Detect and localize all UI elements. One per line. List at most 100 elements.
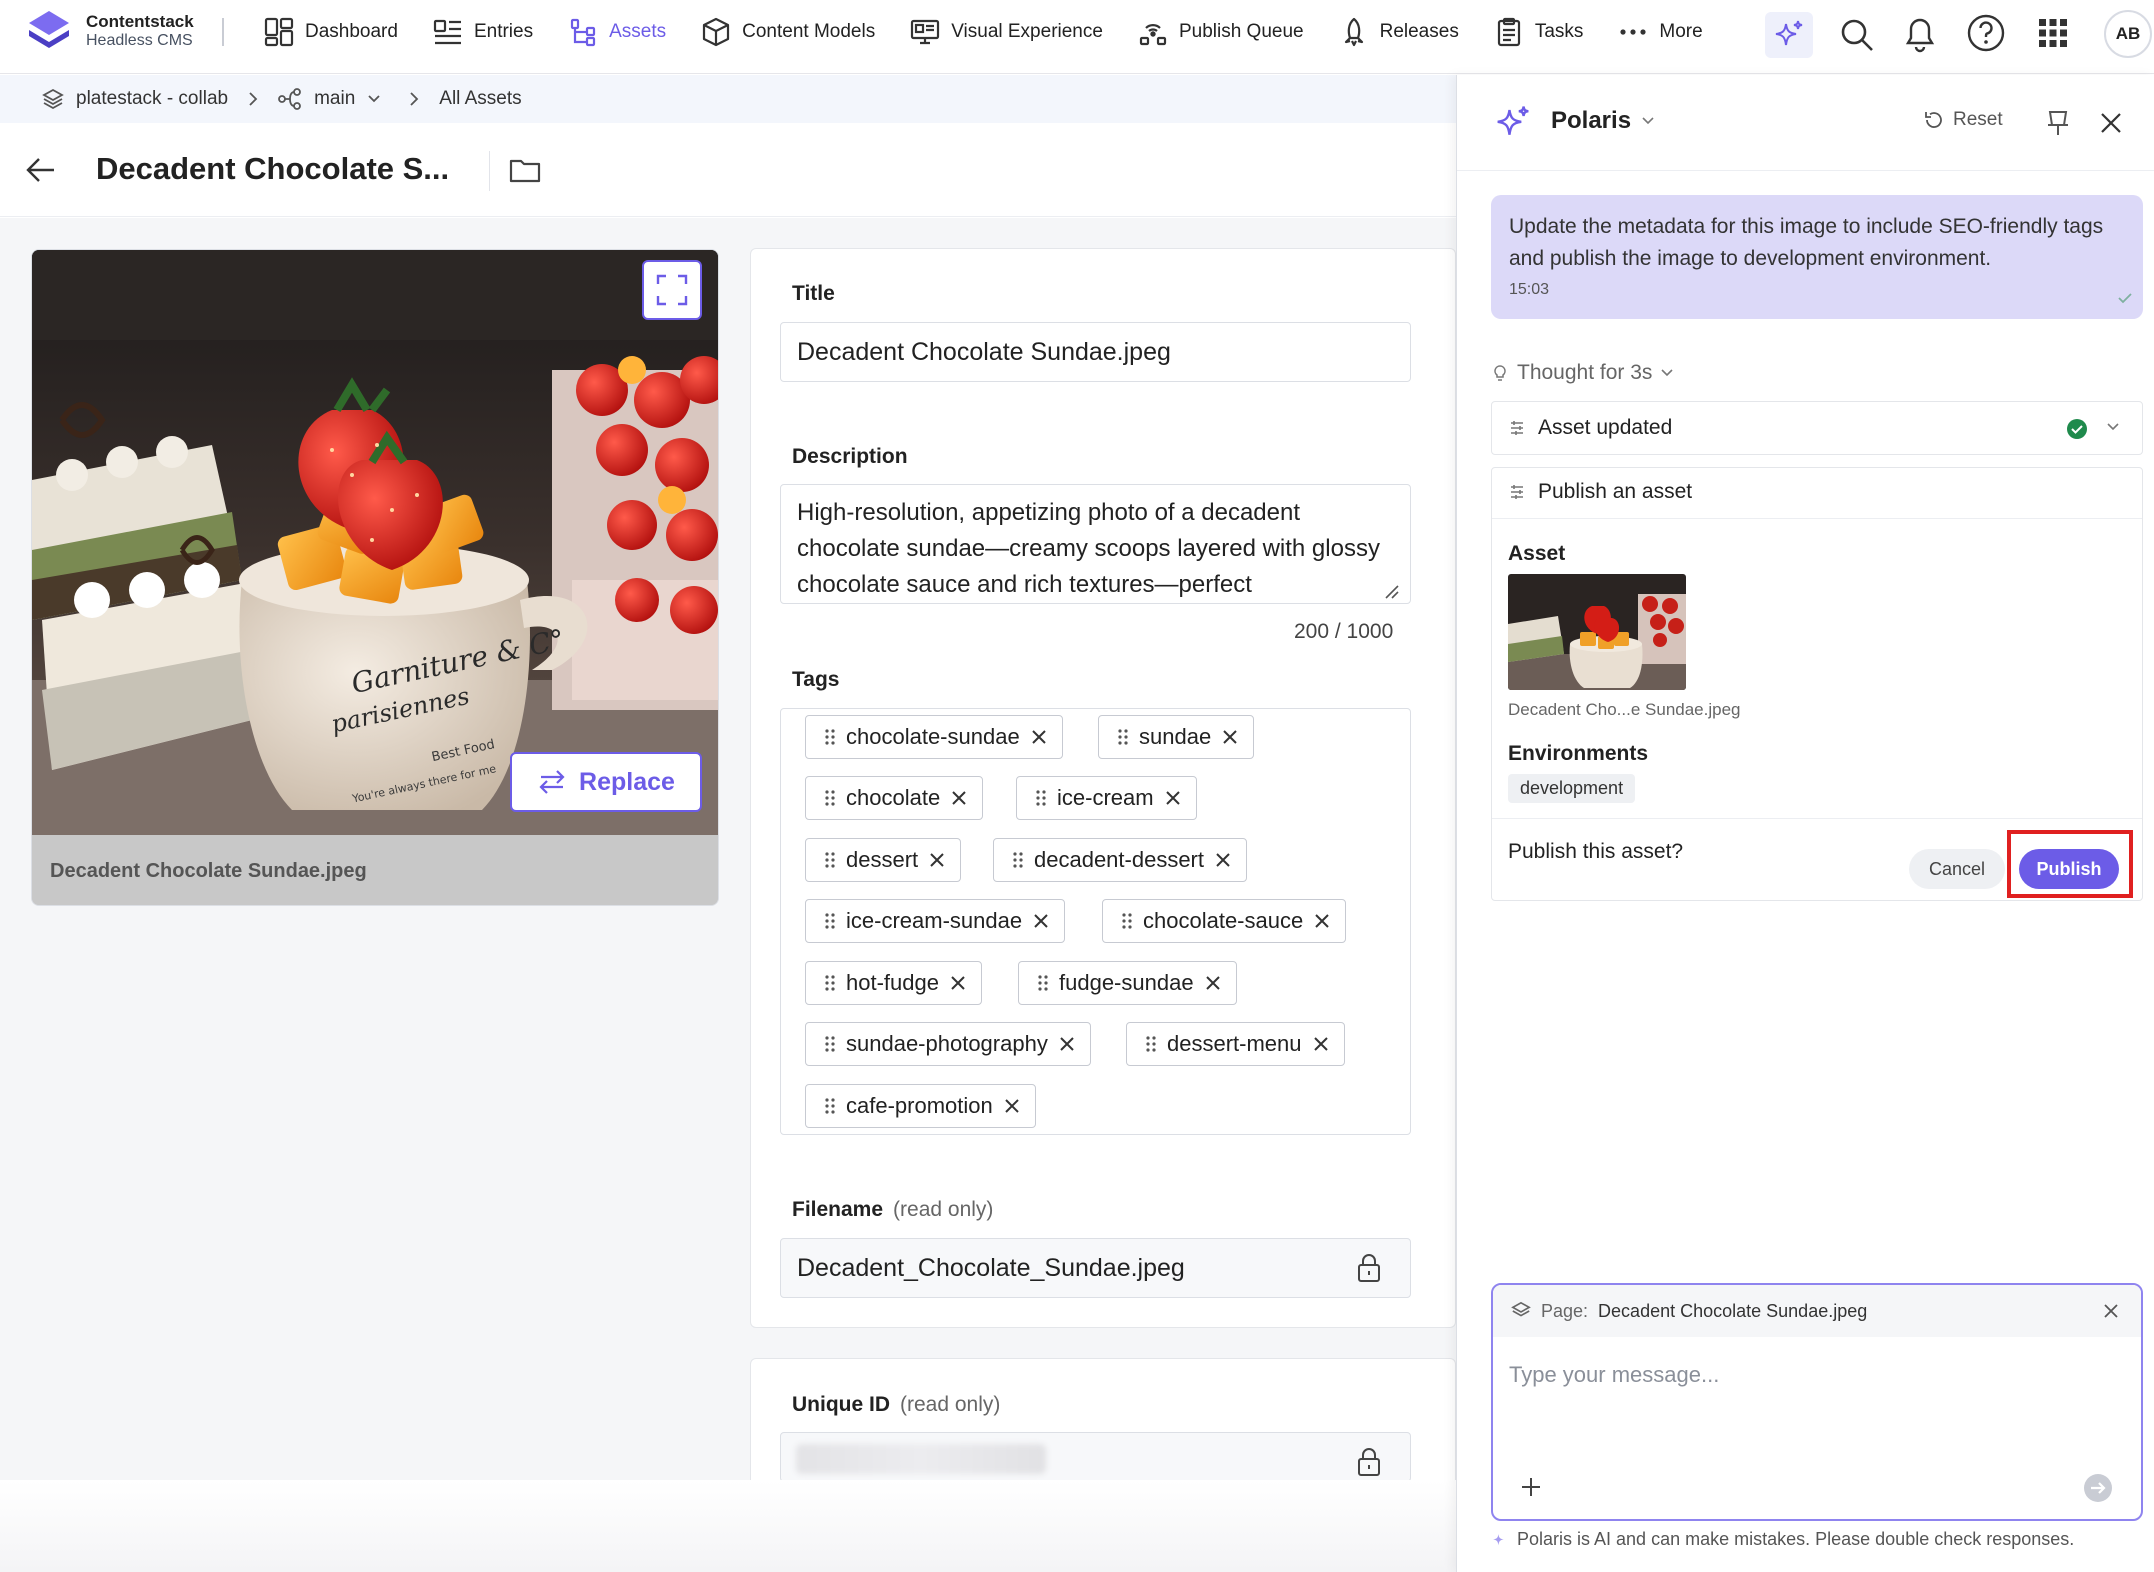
apps-button[interactable] bbox=[2030, 10, 2076, 56]
nav-entries[interactable]: Entries bbox=[415, 0, 550, 64]
sparkle-icon bbox=[1775, 20, 1803, 46]
tag-chip[interactable]: chocolate bbox=[805, 776, 984, 820]
send-icon[interactable] bbox=[2083, 1473, 2113, 1503]
user-message-text: Update the metadata for this image to in… bbox=[1509, 215, 2104, 270]
drag-handle-icon[interactable] bbox=[824, 851, 836, 869]
remove-tag-icon[interactable] bbox=[950, 789, 968, 807]
nav-assets[interactable]: Assets bbox=[550, 0, 683, 64]
tag-chip[interactable]: sundae-photography bbox=[805, 1022, 1091, 1066]
chevron-right-icon bbox=[410, 92, 419, 106]
breadcrumb: platestack - collab main All Assets bbox=[0, 75, 1456, 123]
fullscreen-button[interactable] bbox=[642, 260, 702, 320]
context-prefix: Page: bbox=[1541, 1300, 1589, 1321]
remove-tag-icon[interactable] bbox=[1312, 1035, 1330, 1053]
pin-icon[interactable] bbox=[2045, 109, 2071, 137]
nav-label: Releases bbox=[1379, 21, 1459, 42]
tag-chip[interactable]: hot-fudge bbox=[805, 961, 982, 1005]
nav-content-models[interactable]: Content Models bbox=[683, 0, 892, 64]
remove-tag-icon[interactable] bbox=[1204, 974, 1222, 992]
tag-chip[interactable]: fudge-sundae bbox=[1018, 961, 1237, 1005]
drag-handle-icon[interactable] bbox=[824, 728, 836, 746]
breadcrumb-branch[interactable]: main bbox=[314, 88, 355, 110]
remove-tag-icon[interactable] bbox=[1214, 851, 1232, 869]
drag-handle-icon[interactable] bbox=[1012, 851, 1024, 869]
remove-tag-icon[interactable] bbox=[1030, 728, 1048, 746]
replace-button[interactable]: Replace bbox=[510, 752, 702, 812]
polaris-title[interactable]: Polaris bbox=[1551, 107, 1655, 135]
breadcrumb-page[interactable]: All Assets bbox=[439, 88, 521, 110]
chevron-down-icon bbox=[2107, 423, 2119, 431]
close-icon[interactable] bbox=[2099, 111, 2123, 135]
drag-handle-icon[interactable] bbox=[824, 974, 836, 992]
remove-tag-icon[interactable] bbox=[1058, 1035, 1076, 1053]
drag-handle-icon[interactable] bbox=[1117, 728, 1129, 746]
apps-grid-icon bbox=[2039, 19, 2067, 47]
asset-thumbnail[interactable] bbox=[1508, 574, 1686, 690]
help-button[interactable] bbox=[1963, 10, 2009, 56]
remove-tag-icon[interactable] bbox=[1164, 789, 1182, 807]
dashboard-icon bbox=[264, 17, 294, 47]
bottom-fade bbox=[0, 1480, 1456, 1572]
brand-logo[interactable]: Contentstack Headless CMS bbox=[26, 8, 194, 54]
nav-more[interactable]: More bbox=[1600, 0, 1719, 64]
sparkle-icon bbox=[1493, 1533, 1504, 1545]
step-asset-updated[interactable]: Asset updated bbox=[1491, 401, 2143, 455]
filename-label-text: Filename bbox=[792, 1198, 884, 1221]
close-icon[interactable] bbox=[2103, 1303, 2119, 1319]
user-avatar[interactable]: AB bbox=[2104, 10, 2152, 58]
tag-label: cafe-promotion bbox=[846, 1093, 993, 1118]
drag-handle-icon[interactable] bbox=[1145, 1035, 1157, 1053]
tag-chip[interactable]: chocolate-sauce bbox=[1102, 899, 1347, 943]
remove-tag-icon[interactable] bbox=[1032, 912, 1050, 930]
cancel-button[interactable]: Cancel bbox=[1909, 849, 2005, 889]
polaris-toggle-button[interactable] bbox=[1765, 12, 1813, 58]
nav-dashboard[interactable]: Dashboard bbox=[246, 0, 415, 64]
description-textarea[interactable]: High-resolution, appetizing photo of a d… bbox=[780, 484, 1411, 604]
tag-chip[interactable]: cafe-promotion bbox=[805, 1084, 1036, 1128]
resize-handle-icon[interactable] bbox=[1380, 580, 1400, 600]
breadcrumb-stack[interactable]: platestack - collab bbox=[76, 88, 228, 110]
logo-divider bbox=[222, 18, 224, 46]
remove-tag-icon[interactable] bbox=[1003, 1097, 1021, 1115]
check-icon bbox=[2118, 293, 2132, 304]
drag-handle-icon[interactable] bbox=[1035, 789, 1047, 807]
nav-visual-experience[interactable]: Visual Experience bbox=[892, 0, 1120, 64]
tag-chip[interactable]: dessert bbox=[805, 838, 962, 882]
drag-handle-icon[interactable] bbox=[824, 789, 836, 807]
polaris-panel: Polaris Reset Update the metadata for th… bbox=[1456, 75, 2154, 1572]
asset-image[interactable]: Garniture & C° parisiennes Best Food You… bbox=[32, 250, 718, 835]
plus-icon[interactable] bbox=[1519, 1475, 1543, 1499]
chevron-down-icon bbox=[1642, 117, 1654, 125]
nav-releases[interactable]: Releases bbox=[1321, 0, 1476, 64]
search-button[interactable] bbox=[1834, 12, 1880, 58]
drag-handle-icon[interactable] bbox=[1037, 974, 1049, 992]
remove-tag-icon[interactable] bbox=[949, 974, 967, 992]
context-page: Decadent Chocolate Sundae.jpeg bbox=[1598, 1300, 1868, 1321]
chevron-down-icon[interactable] bbox=[367, 94, 381, 104]
tag-chip[interactable]: sundae bbox=[1098, 715, 1255, 759]
header-divider bbox=[489, 151, 490, 191]
step-label: Publish an asset bbox=[1538, 480, 1693, 503]
drag-handle-icon[interactable] bbox=[824, 1097, 836, 1115]
back-button[interactable] bbox=[24, 153, 58, 187]
tag-chip[interactable]: ice-cream bbox=[1016, 776, 1197, 820]
remove-tag-icon[interactable] bbox=[928, 851, 946, 869]
drag-handle-icon[interactable] bbox=[824, 912, 836, 930]
message-input[interactable] bbox=[1509, 1355, 2109, 1395]
nav-tasks[interactable]: Tasks bbox=[1476, 0, 1601, 64]
filename-value: Decadent_Chocolate_Sundae.jpeg bbox=[797, 1253, 1185, 1282]
remove-tag-icon[interactable] bbox=[1221, 728, 1239, 746]
remove-tag-icon[interactable] bbox=[1313, 912, 1331, 930]
tag-chip[interactable]: chocolate-sundae bbox=[805, 715, 1063, 759]
tag-chip[interactable]: ice-cream-sundae bbox=[805, 899, 1066, 943]
move-to-folder-button[interactable] bbox=[508, 153, 542, 187]
notifications-button[interactable] bbox=[1897, 10, 1943, 56]
reset-button[interactable]: Reset bbox=[1923, 109, 2003, 131]
nav-publish-queue[interactable]: Publish Queue bbox=[1120, 0, 1321, 64]
thought-toggle[interactable]: Thought for 3s bbox=[1491, 361, 1674, 385]
drag-handle-icon[interactable] bbox=[1121, 912, 1133, 930]
tag-chip[interactable]: decadent-dessert bbox=[993, 838, 1247, 882]
tag-chip[interactable]: dessert-menu bbox=[1126, 1022, 1345, 1066]
title-input[interactable]: Decadent Chocolate Sundae.jpeg bbox=[780, 322, 1411, 382]
drag-handle-icon[interactable] bbox=[824, 1035, 836, 1053]
